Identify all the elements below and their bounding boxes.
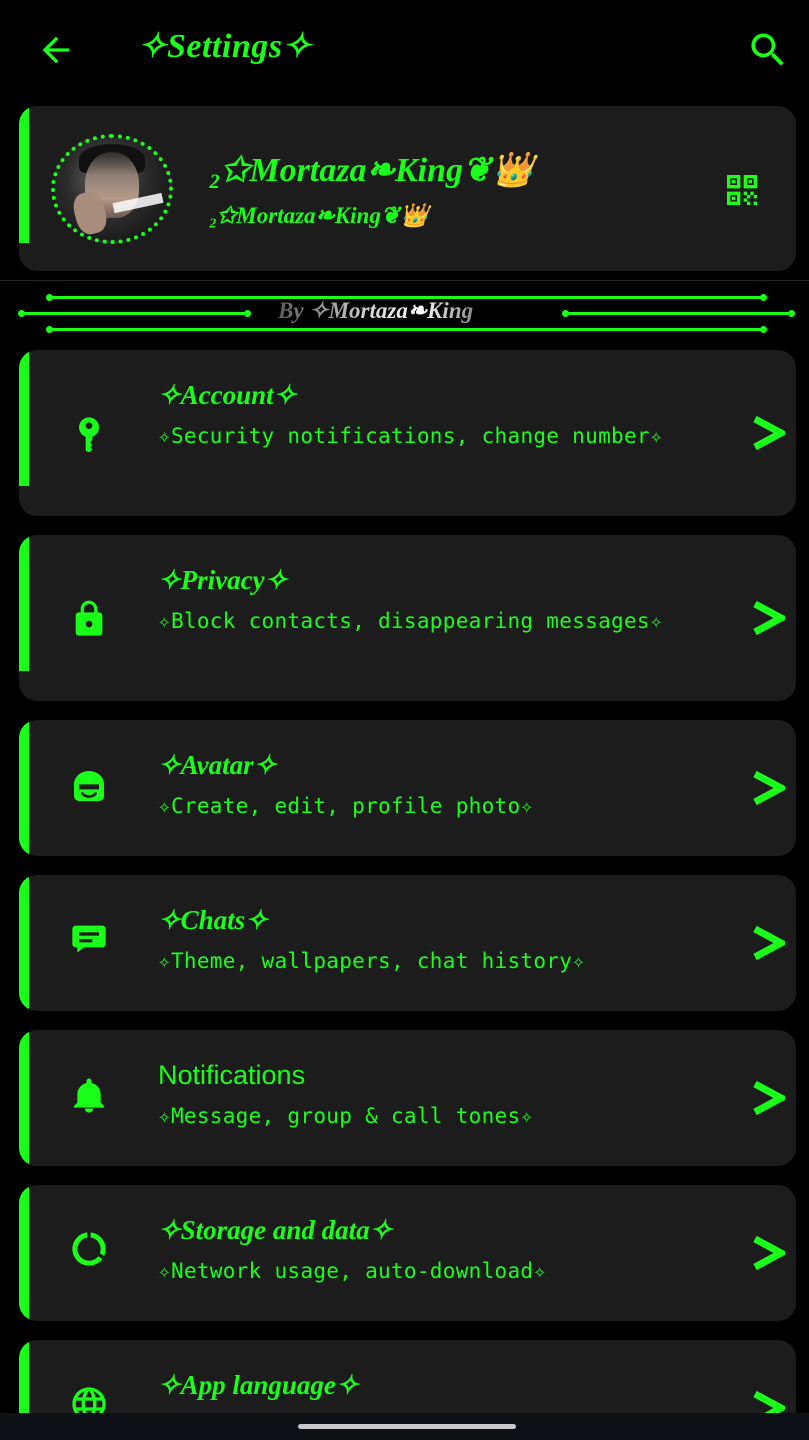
settings-item-subtitle: ✧Block contacts, disappearing messages✧: [158, 609, 663, 633]
chat-icon: [72, 925, 106, 953]
settings-item-title: ✧Avatar✧: [158, 750, 277, 780]
banner-text: By ✧Mortaza❧King: [278, 298, 514, 328]
settings-item-title: ✧Storage and data✧: [158, 1215, 393, 1245]
search-icon[interactable]: [746, 28, 790, 72]
chevron-right-icon: [753, 415, 785, 451]
home-gesture-handle[interactable]: [298, 1424, 516, 1429]
settings-item-subtitle: ✧Create, edit, profile photo✧: [158, 794, 534, 818]
page-title: ✧Settings✧: [138, 28, 312, 65]
settings-item-avatar[interactable]: ✧Avatar✧ ✧Create, edit, profile photo✧: [19, 720, 796, 856]
profile-about: ₂✩Mortaza❧King❦👑: [209, 203, 429, 228]
settings-item-privacy[interactable]: ✧Privacy✧ ✧Block contacts, disappearing …: [19, 535, 796, 701]
arrow-left-icon[interactable]: [36, 30, 76, 70]
settings-item-subtitle: ✧Theme, wallpapers, chat history✧: [158, 949, 586, 973]
settings-item-storage[interactable]: ✧Storage and data✧ ✧Network usage, auto-…: [19, 1185, 796, 1321]
settings-item-title: ✧Account✧: [158, 380, 297, 410]
storage-icon: [72, 1232, 106, 1266]
settings-item-chats[interactable]: ✧Chats✧ ✧Theme, wallpapers, chat history…: [19, 875, 796, 1011]
settings-item-title: ✧Privacy✧: [158, 565, 288, 595]
watermark-banner: By ✧Mortaza❧King: [0, 290, 809, 336]
chevron-right-icon: [753, 1235, 785, 1271]
settings-item-subtitle: ✧Network usage, auto-download✧: [158, 1259, 547, 1283]
chevron-right-icon: [753, 1080, 785, 1116]
settings-item-title: Notifications: [158, 1060, 306, 1090]
chevron-right-icon: [753, 600, 785, 636]
avatar[interactable]: [51, 134, 173, 244]
profile-name: ₂✩Mortaza❧King❦👑: [209, 152, 534, 189]
avatar-icon: [74, 771, 104, 801]
lock-icon: [75, 600, 103, 636]
chevron-right-icon: [753, 925, 785, 961]
settings-item-account[interactable]: ✧Account✧ ✧Security notifications, chang…: [19, 350, 796, 516]
chevron-right-icon: [753, 770, 785, 806]
app-bar: ✧Settings✧: [0, 0, 809, 100]
settings-item-title: ✧App language✧: [158, 1370, 359, 1400]
qr-code-icon[interactable]: [721, 170, 763, 210]
settings-item-title: ✧Chats✧: [158, 905, 268, 935]
profile-card[interactable]: ₂✩Mortaza❧King❦👑 ₂✩Mortaza❧King❦👑: [19, 106, 796, 271]
divider: [0, 280, 809, 281]
settings-item-notifications[interactable]: Notifications ✧Message, group & call ton…: [19, 1030, 796, 1166]
key-icon: [79, 417, 99, 453]
system-nav-bar: [0, 1413, 809, 1440]
bell-icon: [74, 1078, 104, 1113]
accent-bar: [19, 106, 29, 243]
settings-screen: ✧Settings✧ ₂✩Mortaza❧King❦👑 ₂✩Mortaza❧Ki…: [0, 0, 809, 1440]
settings-item-subtitle: ✧Message, group & call tones✧: [158, 1104, 534, 1128]
settings-item-subtitle: ✧Security notifications, change number✧: [158, 424, 663, 448]
